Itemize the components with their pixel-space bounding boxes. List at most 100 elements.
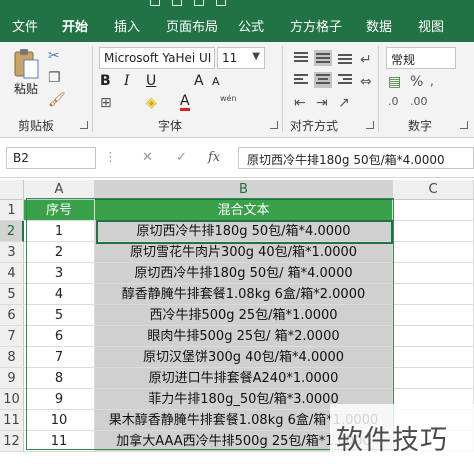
- decrease-indent-icon[interactable]: ⇤: [294, 95, 306, 111]
- text-cell[interactable]: 原切雪花牛肉片300g 40包/箱*1.0000: [95, 242, 393, 263]
- align-bottom-icon[interactable]: [336, 50, 354, 66]
- grow-font-button[interactable]: A: [194, 73, 204, 89]
- align-top-icon[interactable]: [292, 50, 310, 66]
- decrease-decimal-icon[interactable]: .00: [410, 95, 428, 108]
- align-center-icon[interactable]: [314, 72, 332, 88]
- qat-button[interactable]: [150, 0, 160, 6]
- name-box[interactable]: B2: [6, 147, 96, 169]
- header-cell-text[interactable]: 混合文本: [95, 200, 393, 221]
- text-cell[interactable]: 西冷牛排500g 25包/箱*1.0000: [95, 305, 393, 326]
- tab-home[interactable]: 开始: [62, 16, 88, 35]
- cell-c[interactable]: [393, 221, 474, 242]
- orientation-icon[interactable]: ↗: [338, 95, 350, 111]
- seq-cell[interactable]: 9: [24, 389, 95, 410]
- align-right-icon[interactable]: [336, 72, 354, 88]
- cell-c[interactable]: [393, 242, 474, 263]
- number-launcher-icon[interactable]: [460, 121, 468, 129]
- qat-button[interactable]: [172, 0, 182, 6]
- row-header[interactable]: 5: [0, 284, 24, 305]
- column-header-b[interactable]: B: [95, 180, 393, 200]
- fill-color-icon[interactable]: ◈: [146, 95, 157, 111]
- row-header[interactable]: 6: [0, 305, 24, 326]
- header-cell-seq[interactable]: 序号: [24, 200, 95, 221]
- alignment-launcher-icon[interactable]: [366, 121, 374, 129]
- comma-style-icon[interactable]: ,: [430, 74, 434, 88]
- number-format-dropdown[interactable]: 常规: [386, 47, 456, 69]
- shrink-font-button[interactable]: A: [212, 75, 220, 88]
- text-cell[interactable]: 原切西冷牛排180g 50包/ 箱*4.0000: [95, 263, 393, 284]
- qat-button[interactable]: [216, 0, 226, 6]
- row-header[interactable]: 4: [0, 263, 24, 284]
- paste-icon[interactable]: [12, 48, 40, 82]
- insert-function-icon[interactable]: fx: [208, 150, 220, 165]
- copy-icon[interactable]: ❐: [48, 70, 61, 86]
- percent-icon[interactable]: %: [410, 74, 423, 90]
- text-cell[interactable]: 原切西冷牛排180g 50包/箱*4.0000: [95, 221, 393, 242]
- tab-data[interactable]: 数据: [366, 16, 392, 35]
- row-header[interactable]: 1: [0, 200, 24, 221]
- row-header[interactable]: 11: [0, 410, 24, 431]
- border-icon[interactable]: ⊞: [100, 95, 112, 111]
- phonetic-button[interactable]: wén: [220, 94, 237, 103]
- row-header[interactable]: 9: [0, 368, 24, 389]
- increase-indent-icon[interactable]: ⇥: [316, 95, 328, 111]
- cell-c[interactable]: [393, 347, 474, 368]
- column-header-c[interactable]: C: [393, 180, 474, 200]
- text-cell[interactable]: 原切进口牛排套餐A240*1.0000: [95, 368, 393, 389]
- cell-c[interactable]: [393, 263, 474, 284]
- row-header[interactable]: 7: [0, 326, 24, 347]
- seq-cell[interactable]: 5: [24, 305, 95, 326]
- bold-button[interactable]: B: [100, 73, 111, 89]
- font-size-dropdown[interactable]: 11 ▼: [217, 47, 265, 69]
- italic-button[interactable]: I: [124, 73, 130, 89]
- select-all-corner[interactable]: [0, 180, 24, 200]
- seq-cell[interactable]: 11: [24, 431, 95, 452]
- merge-center-icon[interactable]: ⇔: [360, 74, 372, 90]
- align-middle-icon[interactable]: [314, 50, 332, 66]
- increase-decimal-icon[interactable]: .0: [388, 95, 399, 108]
- seq-cell[interactable]: 6: [24, 326, 95, 347]
- column-header-a[interactable]: A: [24, 180, 95, 200]
- seq-cell[interactable]: 3: [24, 263, 95, 284]
- seq-cell[interactable]: 2: [24, 242, 95, 263]
- format-painter-icon[interactable]: 🖌: [48, 92, 66, 108]
- seq-cell[interactable]: 8: [24, 368, 95, 389]
- font-launcher-icon[interactable]: [270, 121, 278, 129]
- cell-c[interactable]: [393, 368, 474, 389]
- seq-cell[interactable]: 1: [24, 221, 95, 242]
- tab-fangfang[interactable]: 方方格子: [290, 16, 342, 35]
- row-header[interactable]: 3: [0, 242, 24, 263]
- cell-c[interactable]: [393, 200, 474, 221]
- text-cell[interactable]: 原切汉堡饼300g 40包/箱*4.0000: [95, 347, 393, 368]
- paste-label[interactable]: 粘贴: [14, 80, 38, 97]
- cut-icon[interactable]: ✂: [48, 48, 60, 64]
- formula-input[interactable]: 原切西冷牛排180g 50包/箱*4.0000: [238, 147, 474, 169]
- underline-button[interactable]: U: [146, 73, 156, 89]
- seq-cell[interactable]: 10: [24, 410, 95, 431]
- align-left-icon[interactable]: [292, 72, 310, 88]
- cell-c[interactable]: [393, 326, 474, 347]
- wrap-text-icon[interactable]: ↵: [360, 52, 372, 68]
- text-cell[interactable]: 醇香静腌牛排套餐1.08kg 6盒/箱*2.0000: [95, 284, 393, 305]
- tab-formulas[interactable]: 公式: [238, 16, 264, 35]
- tab-view[interactable]: 视图: [418, 16, 444, 35]
- row-header[interactable]: 2: [0, 221, 24, 242]
- tab-file[interactable]: 文件: [12, 16, 38, 35]
- seq-cell[interactable]: 4: [24, 284, 95, 305]
- seq-cell[interactable]: 7: [24, 347, 95, 368]
- row-header[interactable]: 8: [0, 347, 24, 368]
- cancel-icon[interactable]: ✕: [142, 150, 153, 165]
- cell-c[interactable]: [393, 284, 474, 305]
- enter-icon[interactable]: ✓: [176, 150, 187, 165]
- font-color-button[interactable]: A: [180, 94, 190, 111]
- font-name-dropdown[interactable]: Microsoft YaHei UI: [99, 47, 215, 69]
- accounting-format-icon[interactable]: ▤: [388, 74, 401, 90]
- qat-button[interactable]: [194, 0, 204, 6]
- clipboard-launcher-icon[interactable]: [80, 121, 88, 129]
- tab-page-layout[interactable]: 页面布局: [166, 16, 218, 35]
- row-header[interactable]: 10: [0, 389, 24, 410]
- row-header[interactable]: 12: [0, 431, 24, 452]
- tab-insert[interactable]: 插入: [114, 16, 140, 35]
- text-cell[interactable]: 眼肉牛排500g 25包/ 箱*2.0000: [95, 326, 393, 347]
- cell-c[interactable]: [393, 305, 474, 326]
